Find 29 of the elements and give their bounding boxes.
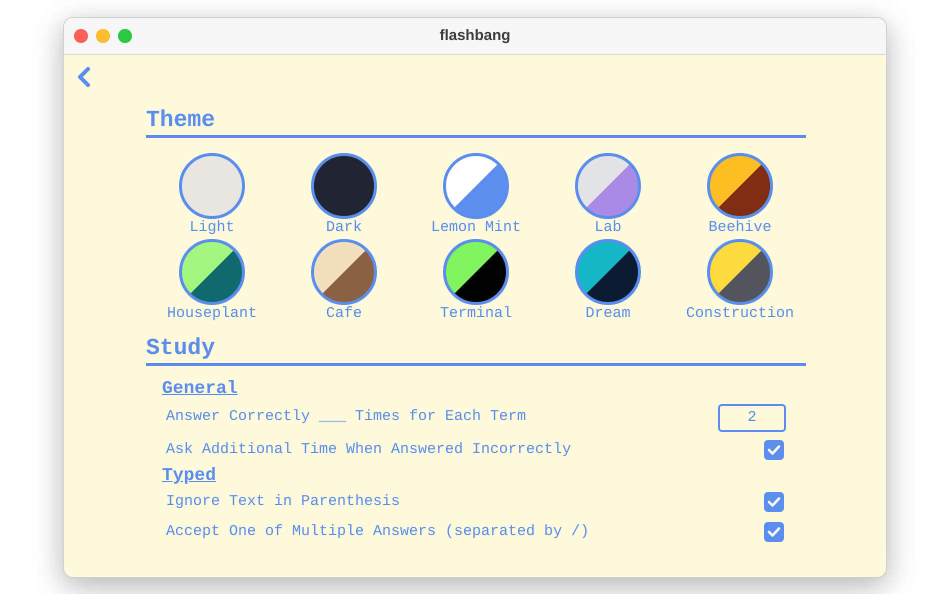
theme-label: Light	[189, 219, 234, 237]
back-chevron-icon[interactable]	[77, 67, 91, 87]
setting-label: Ignore Text in Parenthesis	[166, 492, 400, 512]
checkbox[interactable]	[764, 440, 784, 460]
theme-label: Dream	[585, 305, 630, 323]
theme-label: Houseplant	[166, 305, 257, 323]
checkbox[interactable]	[764, 522, 784, 542]
checkmark-icon	[767, 444, 781, 456]
zoom-button[interactable]	[118, 29, 132, 43]
close-button[interactable]	[74, 29, 88, 43]
theme-label: Lab	[594, 219, 622, 237]
setting-label: Answer Correctly ___ Times for Each Term	[166, 407, 526, 428]
setting-label: Accept One of Multiple Answers (separated by /)	[166, 522, 590, 542]
setting-label: Ask Additional Time When Answered Incorrectly	[166, 440, 572, 460]
checkmark-icon	[767, 526, 781, 538]
theme-label: Beehive	[708, 219, 772, 237]
section-heading: Theme	[146, 107, 806, 138]
checkmark-icon	[767, 496, 781, 508]
theme-label: Lemon Mint	[430, 219, 521, 237]
window-title: flashbang	[440, 26, 510, 46]
theme-label: Dark	[326, 219, 362, 237]
checkbox[interactable]	[764, 492, 784, 512]
theme-label: Construction	[686, 305, 794, 323]
theme-label: Terminal	[440, 305, 512, 323]
group-heading: Typed	[162, 465, 216, 487]
group-heading: General	[162, 378, 238, 400]
section-heading: Study	[146, 335, 806, 366]
number-field[interactable]: 2	[718, 404, 786, 432]
theme-label: Cafe	[326, 305, 362, 323]
